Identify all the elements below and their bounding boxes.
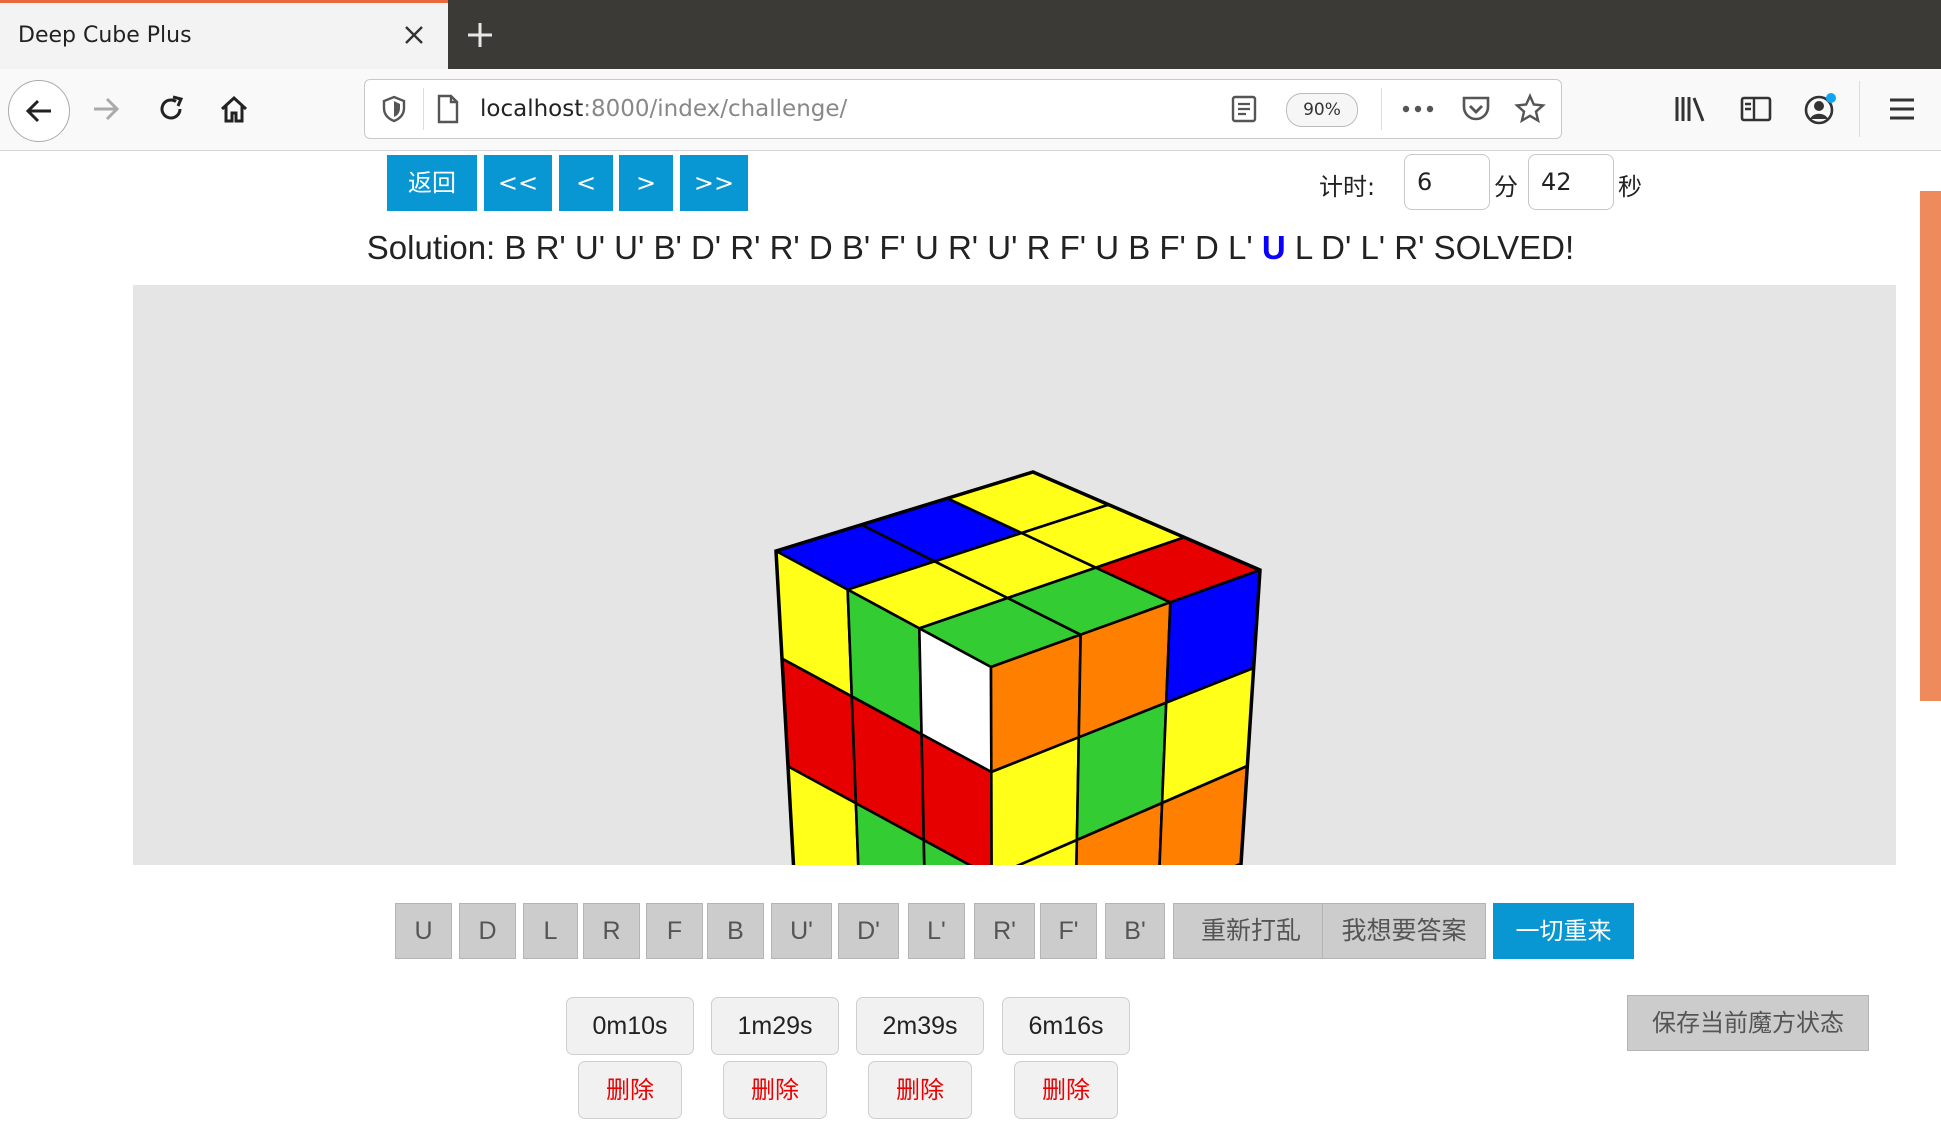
more-actions-icon[interactable] [1401,92,1435,126]
prev-step-button[interactable]: < [559,155,613,211]
url-text[interactable]: localhost:8000/index/challenge/ [480,96,847,122]
move-button[interactable]: L [523,903,578,959]
move-button[interactable]: U [395,903,452,959]
page-icon [431,92,465,126]
move-button[interactable]: L' [908,903,965,959]
reload-icon[interactable] [145,83,197,135]
solution-line: Solution: B R' U' U' B' D' R' R' D B' F'… [0,229,1941,267]
move-button[interactable]: F' [1040,903,1097,959]
reader-view-icon[interactable] [1227,92,1261,126]
tab-bar: Deep Cube Plus [0,0,1941,69]
sidebar-icon[interactable] [1730,83,1782,135]
url-divider [423,88,424,130]
pocket-icon[interactable] [1459,92,1493,126]
move-button[interactable]: D' [838,903,899,959]
move-button[interactable]: R [583,903,640,959]
seconds-unit: 秒 [1618,173,1642,201]
close-tab-icon[interactable] [400,21,428,49]
move-button[interactable]: B [707,903,764,959]
record-time-button[interactable]: 0m10s [566,997,694,1055]
record-time-button[interactable]: 6m16s [1002,997,1130,1055]
account-icon[interactable] [1794,83,1846,135]
save-cube-state-button[interactable]: 保存当前魔方状态 [1627,995,1869,1051]
reset-all-button[interactable]: 一切重来 [1493,903,1634,959]
cube-viewport[interactable] [133,285,1896,984]
move-button[interactable]: D [459,903,516,959]
page-content: 返回 << < > >> 计时: 6 分 42 秒 Solution: B R'… [0,151,1941,1132]
move-button[interactable]: F [646,903,703,959]
move-button[interactable]: B' [1105,903,1165,959]
delete-record-button[interactable]: 删除 [723,1061,827,1119]
address-bar[interactable]: localhost:8000/index/challenge/ 90% [364,79,1562,139]
url-divider [1381,88,1382,130]
navigation-bar: localhost:8000/index/challenge/ 90% [0,69,1941,151]
want-answer-button[interactable]: 我想要答案 [1322,903,1486,959]
timer-seconds: 42 [1528,154,1614,210]
delete-record-button[interactable]: 删除 [578,1061,682,1119]
delete-record-button[interactable]: 删除 [1014,1061,1118,1119]
home-icon[interactable] [208,83,260,135]
shield-icon[interactable] [377,92,411,126]
url-path: :8000/index/challenge/ [583,96,848,122]
next-step-button[interactable]: > [619,155,673,211]
rescramble-button[interactable]: 重新打乱 [1173,903,1329,959]
move-button[interactable]: U' [771,903,832,959]
record-time-button[interactable]: 2m39s [856,997,984,1055]
back-icon[interactable] [8,80,70,142]
rubiks-cube[interactable] [133,285,1896,984]
new-tab-icon[interactable] [463,18,497,52]
solution-remaining-moves: L D' L' R' SOLVED! [1294,229,1575,266]
tab-title: Deep Cube Plus [18,23,192,48]
back-button[interactable]: 返回 [387,155,477,211]
scrollbar-thumb[interactable] [1920,191,1941,701]
first-step-button[interactable]: << [484,155,552,211]
move-button[interactable]: R' [974,903,1035,959]
browser-tab[interactable]: Deep Cube Plus [0,0,448,69]
bookmark-star-icon[interactable] [1513,92,1547,126]
solution-done-moves: B R' U' U' B' D' R' R' D B' F' U R' U' R… [504,229,1253,266]
toolbar-divider [1859,81,1860,137]
timer-label: 计时: [1319,173,1376,201]
solution-current-move: U [1261,229,1286,266]
solution-prefix: Solution: [366,229,496,266]
zoom-level[interactable]: 90% [1286,93,1358,127]
timer-minutes: 6 [1404,154,1490,210]
menu-icon[interactable] [1876,83,1928,135]
delete-record-button[interactable]: 删除 [868,1061,972,1119]
last-step-button[interactable]: >> [680,155,748,211]
library-icon[interactable] [1664,83,1716,135]
url-host: localhost [480,96,584,122]
record-time-button[interactable]: 1m29s [711,997,839,1055]
forward-icon[interactable] [80,83,132,135]
minutes-unit: 分 [1494,173,1518,201]
